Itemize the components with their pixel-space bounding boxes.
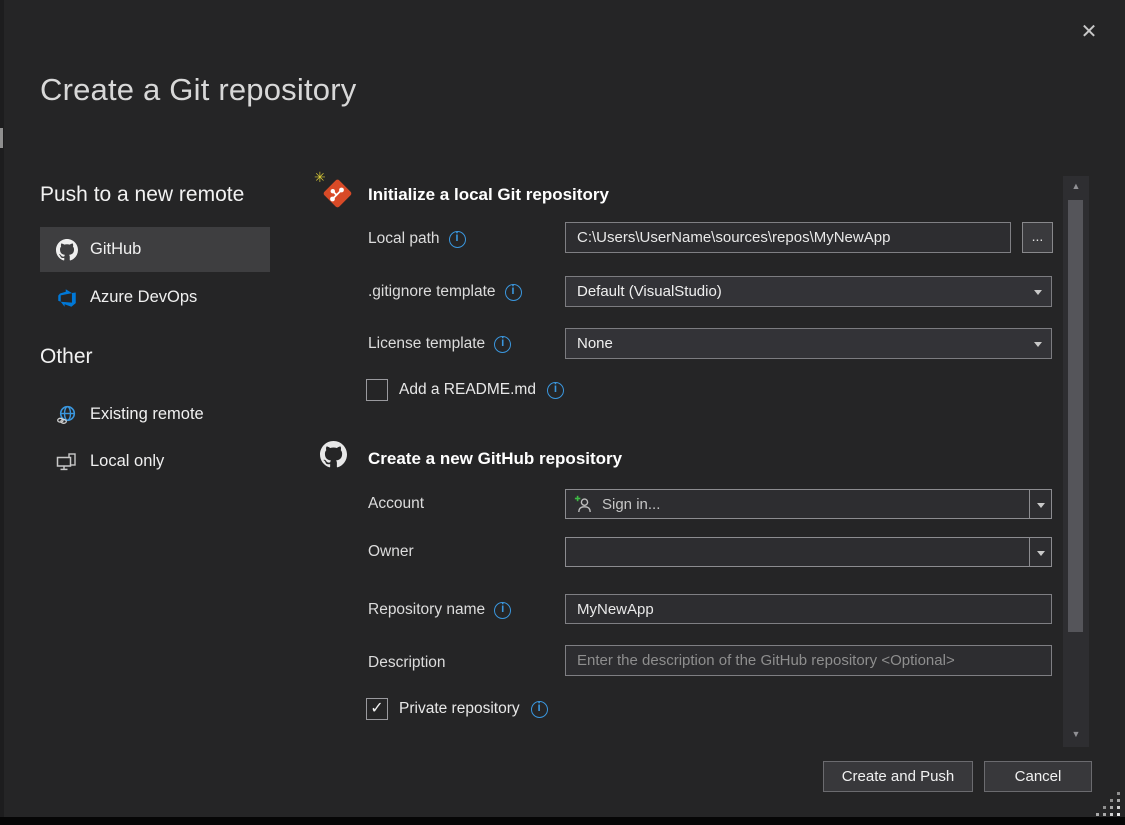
chevron-down-icon: [1034, 290, 1042, 295]
account-label-text: Account: [368, 495, 424, 513]
license-template-dropdown[interactable]: None: [565, 328, 1052, 359]
info-icon[interactable]: i: [531, 701, 548, 718]
repository-name-label-text: Repository name: [368, 601, 485, 619]
chevron-down-icon: [1037, 503, 1045, 508]
gitignore-label: .gitignore template i: [368, 283, 522, 301]
private-repository-checkbox[interactable]: ✓: [366, 698, 388, 720]
git-new-icon: ✳: [316, 172, 358, 214]
gitignore-template-dropdown[interactable]: Default (VisualStudio): [565, 276, 1052, 307]
sidebar-heading-other: Other: [40, 345, 93, 369]
chevron-down-icon: [1034, 342, 1042, 347]
resize-grip[interactable]: [1096, 813, 1099, 816]
sidebar-item-label: Existing remote: [90, 405, 204, 424]
account-placeholder: Sign in...: [602, 496, 660, 513]
dialog-bottom-border: [0, 817, 1125, 825]
new-badge-icon: ✳: [314, 169, 326, 186]
info-icon[interactable]: i: [547, 382, 564, 399]
license-label-text: License template: [368, 335, 485, 353]
check-icon: ✓: [370, 701, 383, 717]
sidebar-item-label: GitHub: [90, 240, 141, 259]
scrollbar-thumb[interactable]: [1068, 200, 1083, 632]
private-check-row: ✓ Private repository i: [366, 698, 548, 720]
sidebar-heading-push-remote: Push to a new remote: [40, 183, 244, 207]
vertical-scrollbar[interactable]: ▲ ▼: [1063, 176, 1089, 747]
combo-dropdown-button[interactable]: [1029, 538, 1051, 566]
readme-check-row: ✓ Add a README.md i: [366, 379, 564, 401]
owner-combobox[interactable]: [565, 537, 1052, 567]
info-icon[interactable]: i: [505, 284, 522, 301]
page-title: Create a Git repository: [40, 72, 356, 108]
repository-name-label: Repository name i: [368, 601, 511, 619]
local-path-input[interactable]: [565, 222, 1011, 253]
info-icon[interactable]: i: [494, 336, 511, 353]
gitignore-label-text: .gitignore template: [368, 283, 496, 301]
description-input[interactable]: [565, 645, 1052, 676]
readme-label: Add a README.md: [399, 381, 536, 399]
github-icon: [320, 441, 348, 469]
sidebar-item-existing-remote[interactable]: Existing remote: [40, 399, 270, 430]
create-git-repo-dialog: ✕ Create a Git repository Push to a new …: [0, 0, 1125, 825]
account-combobox[interactable]: Sign in...: [565, 489, 1052, 519]
cancel-button[interactable]: Cancel: [984, 761, 1092, 792]
github-icon: [55, 238, 79, 262]
sidebar-item-azure-devops[interactable]: Azure DevOps: [40, 282, 270, 313]
combo-dropdown-button[interactable]: [1029, 490, 1051, 518]
browse-button[interactable]: ...: [1022, 222, 1053, 253]
license-label: License template i: [368, 335, 511, 353]
sidebar-item-github[interactable]: GitHub: [40, 227, 270, 272]
add-user-icon: [574, 495, 593, 514]
dialog-left-border: [0, 0, 4, 825]
info-icon[interactable]: i: [449, 231, 466, 248]
create-and-push-button[interactable]: Create and Push: [823, 761, 973, 792]
readme-checkbox[interactable]: ✓: [366, 379, 388, 401]
description-label-text: Description: [368, 654, 446, 672]
github-section-heading: Create a new GitHub repository: [368, 449, 622, 469]
sidebar-item-label: Azure DevOps: [90, 288, 197, 307]
scroll-down-arrow-icon[interactable]: ▼: [1063, 725, 1089, 743]
info-icon[interactable]: i: [494, 602, 511, 619]
repository-name-input[interactable]: [565, 594, 1052, 624]
init-section-heading: Initialize a local Git repository: [368, 185, 609, 205]
description-label: Description: [368, 654, 446, 672]
computer-icon: [55, 450, 79, 474]
sidebar-item-label: Local only: [90, 452, 164, 471]
local-path-label: Local path i: [368, 230, 466, 248]
globe-link-icon: [55, 403, 79, 427]
chevron-down-icon: [1037, 551, 1045, 556]
owner-label-text: Owner: [368, 543, 414, 561]
close-button[interactable]: ✕: [1072, 14, 1106, 48]
account-label: Account: [368, 495, 424, 513]
private-repository-label: Private repository: [399, 700, 520, 718]
azure-devops-icon: [55, 286, 79, 310]
gitignore-selected-value: Default (VisualStudio): [577, 283, 722, 300]
local-path-label-text: Local path: [368, 230, 440, 248]
license-selected-value: None: [577, 335, 613, 352]
window-edge-notch: [0, 128, 3, 148]
sidebar-item-local-only[interactable]: Local only: [40, 446, 270, 477]
scroll-up-arrow-icon[interactable]: ▲: [1063, 177, 1089, 195]
owner-label: Owner: [368, 543, 414, 561]
